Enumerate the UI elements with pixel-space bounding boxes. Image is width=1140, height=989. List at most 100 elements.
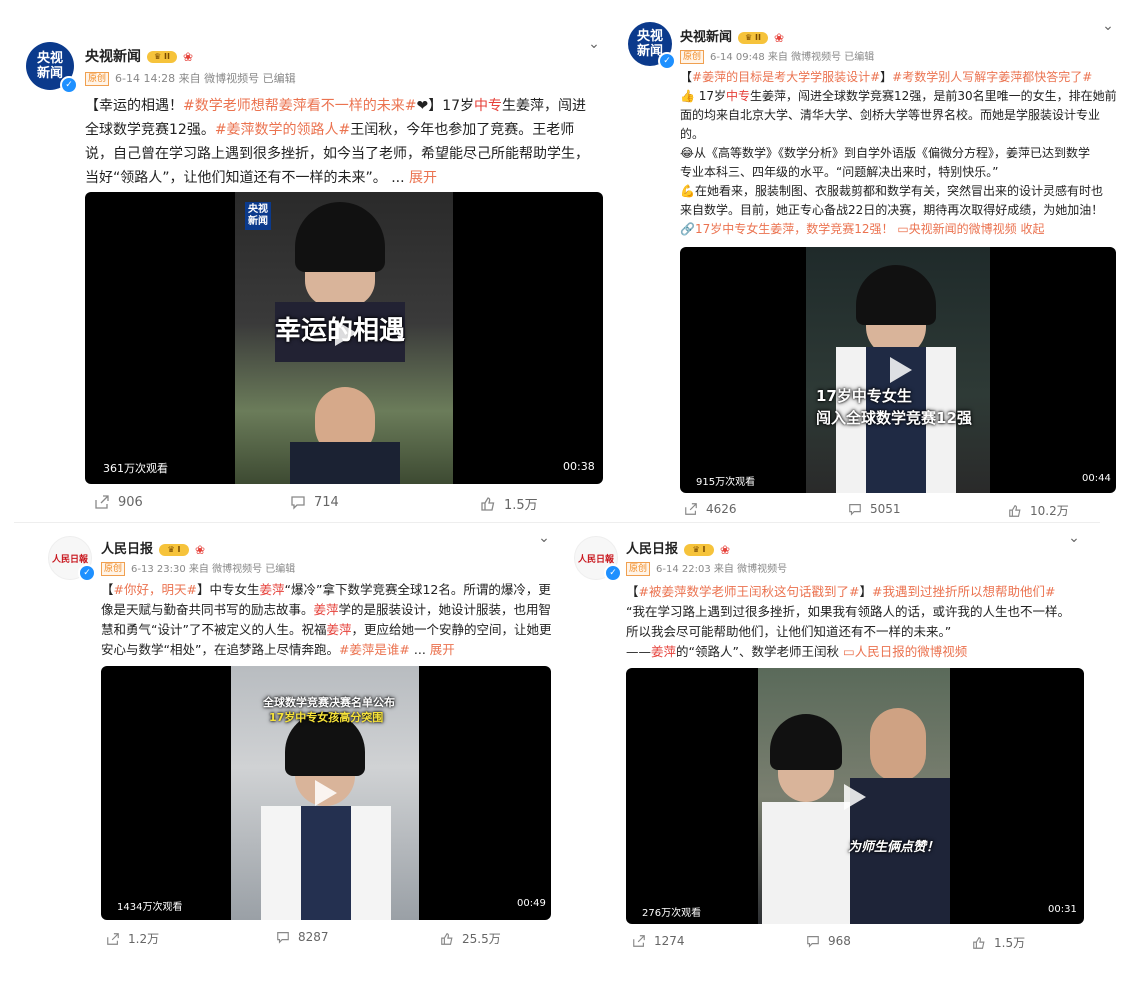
comment-button[interactable]: 714 xyxy=(290,494,339,510)
share-icon xyxy=(633,935,645,947)
like-button[interactable]: 1.5万 xyxy=(972,934,1025,951)
play-icon[interactable] xyxy=(335,320,357,346)
video-duration: 00:31 xyxy=(1048,904,1077,915)
vip-crown-icon: ♛ I xyxy=(684,543,715,556)
post-meta: 原创 6-14 14:28 来自 微博视频号 已编辑 xyxy=(85,70,296,86)
view-count: 276万次观看 xyxy=(642,908,702,919)
hashtag-link[interactable]: #姜萍的目标是考大学学服装设计# xyxy=(692,70,880,84)
like-button[interactable]: 10.2万 xyxy=(1008,502,1069,519)
post-text: 【#你好，明天#】中专女生姜萍“爆冷”拿下数学竞赛全球12名。所谓的爆冷，更 像… xyxy=(101,582,552,657)
like-icon xyxy=(481,496,495,511)
post-meta: 原创 6-14 09:48 来自 微博视频号 已编辑 xyxy=(680,48,874,64)
vip-crown-icon: ♛ II xyxy=(738,31,769,44)
original-badge: 原创 xyxy=(680,50,705,64)
video-logo: 央视 新闻 xyxy=(245,202,271,230)
play-icon[interactable] xyxy=(890,357,912,383)
comment-button[interactable]: 5051 xyxy=(848,502,901,516)
author-name[interactable]: 人民日报 ♛ I ❀ xyxy=(626,538,730,557)
collapse-link[interactable]: 收起 xyxy=(1020,222,1044,236)
medal-icon: ❀ xyxy=(183,50,194,64)
expand-link[interactable]: 展开 xyxy=(430,642,455,657)
comment-icon xyxy=(807,936,819,948)
video-player[interactable]: 央视 新闻 幸运的相遇 361万次观看 00:38 xyxy=(85,192,603,484)
video-caption: 为师生俩点赞！ xyxy=(848,840,940,855)
share-icon xyxy=(95,495,109,509)
video-caption: 全球数学竞赛决赛名单公布 xyxy=(263,696,395,709)
share-button[interactable]: 4626 xyxy=(684,502,737,516)
video-player[interactable]: 为师生俩点赞！ 276万次观看 00:31 xyxy=(626,668,1084,924)
video-caption: 17岁中专女孩高分突围 xyxy=(269,711,384,724)
play-icon[interactable] xyxy=(315,780,337,806)
original-badge: 原创 xyxy=(85,72,110,86)
vip-crown-icon: ♛ II xyxy=(147,51,177,63)
hashtag-link[interactable]: #姜萍是谁# xyxy=(339,642,410,657)
like-icon xyxy=(973,936,985,949)
chevron-down-icon[interactable]: ⌄ xyxy=(1100,18,1116,34)
divider xyxy=(14,522,1100,523)
share-icon xyxy=(107,932,119,945)
share-button[interactable]: 1274 xyxy=(632,934,685,948)
video-player[interactable]: 17岁中专女生 闯入全球数学竞赛12强 915万次观看 00:44 xyxy=(680,247,1116,493)
action-bar: 1274 968 1.5万 xyxy=(562,932,1100,952)
comment-button[interactable]: 8287 xyxy=(276,930,329,944)
share-button[interactable]: 1.2万 xyxy=(106,930,159,947)
video-source-link[interactable]: ▭人民日报的微博视频 xyxy=(843,644,967,659)
like-icon xyxy=(1009,504,1021,517)
hashtag-link[interactable]: #考数学别人写解字姜萍都快答完了# xyxy=(892,70,1092,84)
verified-icon: ✓ xyxy=(60,76,78,94)
post-text: 【幸运的相遇！#数学老师想帮姜萍看不一样的未来#❤】17岁中专生姜萍，闯进 全球… xyxy=(85,98,589,186)
verified-icon: ✓ xyxy=(658,52,676,70)
post-rmrb-1: 人民日報 ✓ 人民日报 ♛ I ❀ 原创 6-13 23:30 来自 微博视频号 已编… xyxy=(36,526,560,956)
comment-icon xyxy=(277,932,289,944)
vip-crown-icon: ♛ I xyxy=(159,543,190,556)
post-text: 【#姜萍的目标是考大学学服装设计#】#考数学别人写解字姜萍都快答完了# 👍 17… xyxy=(680,70,1117,236)
medal-icon: ❀ xyxy=(774,30,785,45)
chevron-down-icon[interactable]: ⌄ xyxy=(586,36,602,52)
comment-icon xyxy=(849,504,861,516)
view-count: 361万次观看 xyxy=(103,462,168,475)
verified-icon: ✓ xyxy=(78,564,96,582)
author-name[interactable]: 央视新闻 ♛ II ❀ xyxy=(680,26,784,45)
hashtag-link[interactable]: #姜萍数学的领路人# xyxy=(215,122,350,138)
hashtag-link[interactable]: #被姜萍数学老师王闰秋这句话戳到了# xyxy=(639,584,860,599)
video-title-link[interactable]: 🔗17岁中专女生姜萍，数学竞赛12强！ xyxy=(680,222,893,236)
video-duration: 00:44 xyxy=(1082,473,1111,484)
video-caption: 17岁中专女生 xyxy=(816,387,912,405)
hashtag-link[interactable]: #数学老师想帮姜萍看不一样的未来# xyxy=(183,98,416,114)
video-source-link[interactable]: ▭央视新闻的微博视频 xyxy=(897,222,1016,236)
view-count: 1434万次观看 xyxy=(117,902,183,913)
action-bar: 4626 5051 10.2万 xyxy=(616,500,1126,520)
post-text: 【#被姜萍数学老师王闰秋这句话戳到了#】#我遇到过挫折所以想帮助他们# “我在学… xyxy=(626,584,1070,659)
hashtag-link[interactable]: #你好，明天# xyxy=(114,582,197,597)
like-button[interactable]: 25.5万 xyxy=(440,930,501,947)
view-count: 915万次观看 xyxy=(696,477,756,488)
action-bar: 1.2万 8287 25.5万 xyxy=(36,928,560,948)
play-icon[interactable] xyxy=(844,784,866,810)
video-duration: 00:38 xyxy=(563,460,595,473)
comment-button[interactable]: 968 xyxy=(806,934,851,948)
original-badge: 原创 xyxy=(626,562,651,576)
action-bar: 906 714 1.5万 xyxy=(14,492,616,516)
comment-icon xyxy=(291,496,305,510)
video-caption: 闯入全球数学竞赛12强 xyxy=(816,409,972,427)
share-button[interactable]: 906 xyxy=(94,494,143,510)
author-name[interactable]: 人民日报 ♛ I ❀ xyxy=(101,538,205,557)
expand-link[interactable]: 展开 xyxy=(409,170,437,186)
video-player[interactable]: 全球数学竞赛决赛名单公布 17岁中专女孩高分突围 1434万次观看 00:49 xyxy=(101,666,551,920)
video-duration: 00:49 xyxy=(517,898,546,909)
original-badge: 原创 xyxy=(101,562,126,576)
post-cctv-1: 央视 新闻 ✓ 央视新闻 ♛ II ❀ 原创 6-14 14:28 来自 微博视频号 … xyxy=(14,20,616,520)
medal-icon: ❀ xyxy=(195,542,206,557)
medal-icon: ❀ xyxy=(720,542,731,557)
verified-icon: ✓ xyxy=(604,564,622,582)
author-name[interactable]: 央视新闻 ♛ II ❀ xyxy=(85,46,193,66)
chevron-down-icon[interactable]: ⌄ xyxy=(536,530,552,546)
post-rmrb-2: 人民日報 ✓ 人民日报 ♛ I ❀ 原创 6-14 22:03 来自 微博视频号 ⌄ … xyxy=(562,526,1100,956)
share-icon xyxy=(685,503,697,515)
chevron-down-icon[interactable]: ⌄ xyxy=(1066,530,1082,546)
post-meta: 原创 6-14 22:03 来自 微博视频号 xyxy=(626,560,787,576)
post-cctv-2: 央视 新闻 ✓ 央视新闻 ♛ II ❀ 原创 6-14 09:48 来自 微博视频号 … xyxy=(616,8,1126,522)
hashtag-link[interactable]: #我遇到过挫折所以想帮助他们# xyxy=(872,584,1055,599)
like-button[interactable]: 1.5万 xyxy=(480,494,538,513)
post-meta: 原创 6-13 23:30 来自 微博视频号 已编辑 xyxy=(101,560,295,576)
